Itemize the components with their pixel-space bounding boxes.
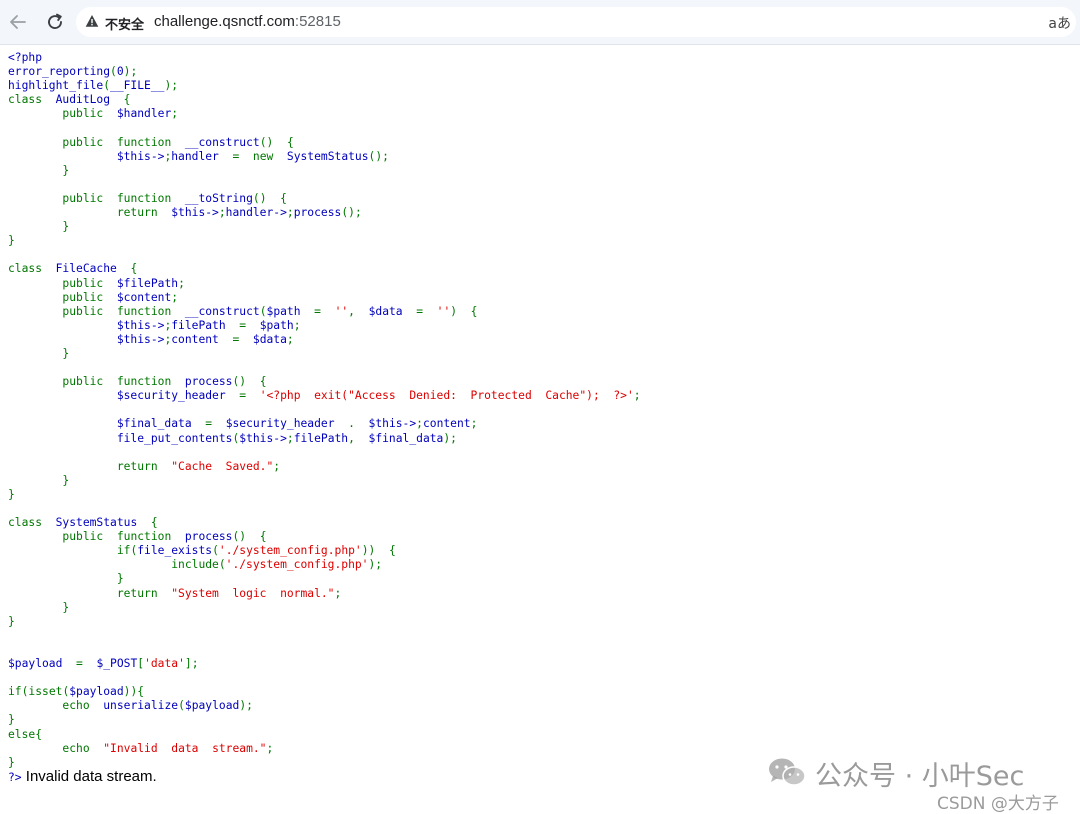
back-button[interactable]: [4, 8, 32, 36]
reload-icon: [48, 13, 62, 29]
php-source-code: <?php error_reporting(0); highlight_file…: [8, 51, 641, 785]
watermark-subtitle: CSDN @大方子: [937, 794, 1059, 814]
back-arrow-icon: [10, 15, 26, 29]
url-text[interactable]: challenge.qsnctf.com:52815: [154, 13, 341, 30]
browser-toolbar: 不安全 challenge.qsnctf.com:52815 aあ: [0, 0, 1080, 45]
url-port: :52815: [294, 13, 341, 30]
invalid-stream-output: Invalid data stream.: [21, 767, 157, 785]
security-status-label[interactable]: 不安全: [105, 14, 144, 33]
warning-icon[interactable]: [85, 14, 99, 28]
page-content: <?php error_reporting(0); highlight_file…: [8, 51, 1068, 785]
url-host: challenge.qsnctf.com: [154, 13, 295, 30]
translate-icon[interactable]: aあ: [1048, 13, 1071, 33]
reload-button[interactable]: [41, 8, 69, 36]
address-bar[interactable]: 不安全 challenge.qsnctf.com:52815 aあ: [76, 7, 1076, 37]
